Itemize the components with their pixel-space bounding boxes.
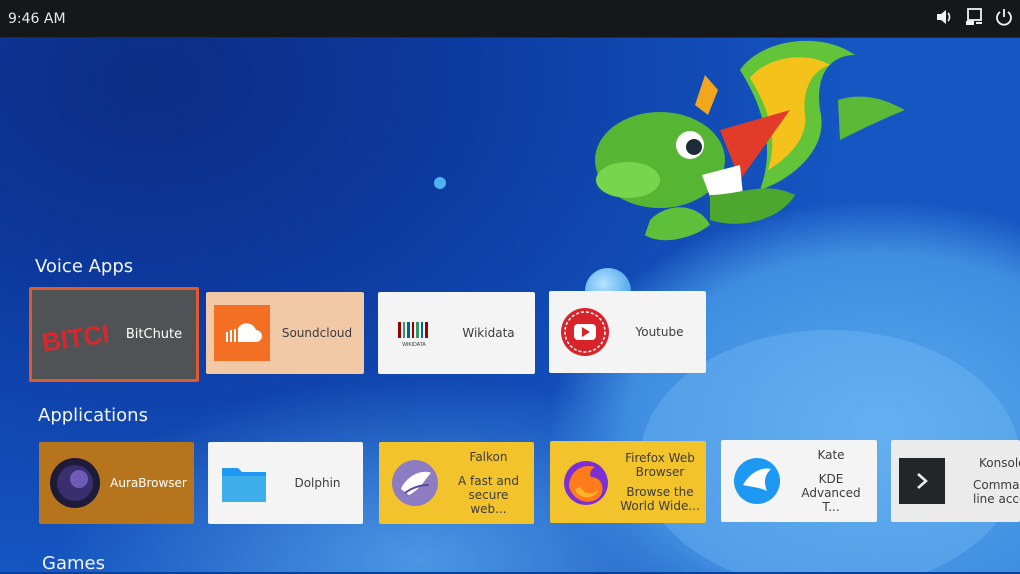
soundcloud-icon [214,305,270,361]
konqi-dragon-mascot [595,40,905,241]
svg-text:BITCHUTE: BITCHUTE [40,310,108,357]
card-aurabrowser[interactable]: AuraBrowser [39,442,194,524]
system-tray [934,7,1014,27]
card-text: Konsole Command line acce [945,456,1020,506]
section-title-applications: Applications [38,405,148,426]
card-wikidata[interactable]: WIKIDATA Wikidata [378,292,535,374]
card-soundcloud[interactable]: Soundcloud [206,292,364,374]
svg-text:WIKIDATA: WIKIDATA [402,342,426,348]
background-bubble [434,177,446,189]
card-firefox[interactable]: Firefox Web Browser Browse the World Wid… [550,441,706,523]
card-text: Falkon A fast and secure web... [443,450,534,516]
bitchute-icon: BITCHUTE [37,307,109,363]
youtube-icon [557,304,613,360]
card-label: Kate [817,448,845,462]
card-youtube[interactable]: Youtube [549,291,706,373]
card-label: AuraBrowser [110,476,187,490]
card-kate[interactable]: Kate KDE Advanced T... [721,440,877,522]
card-text: Kate KDE Advanced T... [785,448,877,514]
clock: 9:46 AM [8,11,66,27]
card-description: Command line acce [973,478,1020,506]
konsole-icon [899,458,945,504]
speaker-icon[interactable] [934,7,954,27]
card-description: Browse the World Wide... [620,485,700,513]
power-icon[interactable] [994,7,1014,27]
section-title-games: Games [42,553,105,574]
aurabrowser-icon [47,455,103,511]
card-description: KDE Advanced T... [801,472,861,514]
kate-icon [729,453,785,509]
card-text: Firefox Web Browser Browse the World Wid… [614,451,706,513]
falkon-icon [387,455,443,511]
card-label: Wikidata [462,326,515,340]
network-icon[interactable] [964,7,984,27]
card-label: BitChute [125,326,183,342]
card-label: Soundcloud [281,326,353,340]
card-falkon[interactable]: Falkon A fast and secure web... [379,442,534,524]
top-status-bar: 9:46 AM [0,0,1020,38]
card-label: Dolphin [294,476,341,490]
card-bitchute[interactable]: BITCHUTE BitChute [29,287,199,382]
card-label: Youtube [635,325,684,339]
card-konsole[interactable]: Konsole Command line acce [891,440,1020,522]
section-title-voice-apps: Voice Apps [35,256,134,277]
card-description: A fast and secure web... [458,474,519,516]
card-label: Firefox Web Browser [625,451,695,479]
firefox-icon [558,454,614,510]
card-label: Falkon [469,450,508,464]
wikidata-icon: WIKIDATA [386,305,442,361]
card-dolphin[interactable]: Dolphin [208,442,363,524]
dolphin-folder-icon [216,455,272,511]
card-label: Konsole [979,456,1020,470]
